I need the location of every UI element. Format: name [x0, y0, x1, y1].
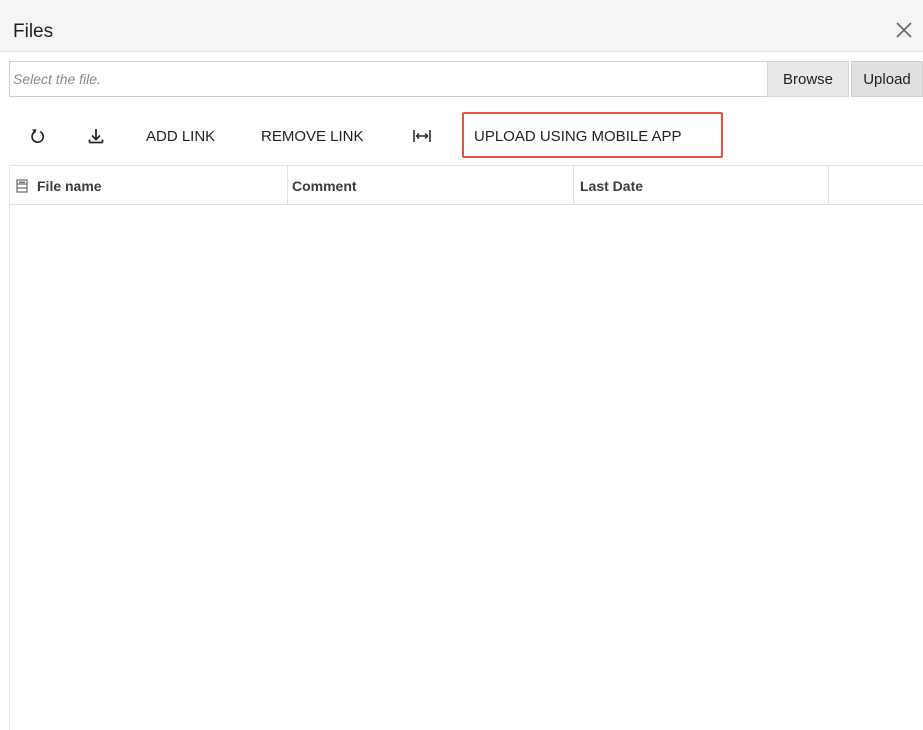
column-header-extra[interactable]	[829, 166, 923, 205]
download-button[interactable]	[82, 112, 110, 160]
grid-body	[10, 205, 923, 730]
files-grid: File name Comment Last Date	[9, 165, 923, 730]
toolbar: ADD LINK REMOVE LINK UPLOAD USING MOBILE…	[0, 112, 923, 160]
close-icon	[896, 22, 912, 38]
fit-columns-icon	[413, 130, 431, 142]
column-label: Last Date	[580, 177, 644, 194]
column-header-last-date[interactable]: Last Date	[574, 166, 829, 205]
grid-header: File name Comment Last Date	[10, 166, 923, 205]
dialog-header: Files	[0, 0, 923, 52]
close-button[interactable]	[892, 18, 916, 42]
file-select-row: Browse Upload	[9, 61, 923, 97]
dialog-title: Files	[13, 21, 54, 42]
download-icon	[88, 129, 104, 144]
column-header-comment[interactable]: Comment	[288, 166, 574, 205]
refresh-button[interactable]	[24, 112, 52, 160]
column-label: Comment	[292, 177, 357, 194]
file-path-input[interactable]	[9, 61, 767, 97]
column-header-file-name[interactable]: File name	[10, 166, 288, 205]
column-label: File name	[37, 177, 102, 194]
add-link-button[interactable]: ADD LINK	[146, 112, 215, 160]
upload-using-mobile-app-button[interactable]: UPLOAD USING MOBILE APP	[474, 112, 682, 160]
remove-link-button[interactable]: REMOVE LINK	[261, 112, 364, 160]
upload-button[interactable]: Upload	[851, 61, 923, 97]
browse-button[interactable]: Browse	[767, 61, 849, 97]
fit-columns-button[interactable]	[408, 112, 436, 160]
row-selector-icon[interactable]	[14, 178, 30, 194]
refresh-icon	[31, 129, 45, 144]
